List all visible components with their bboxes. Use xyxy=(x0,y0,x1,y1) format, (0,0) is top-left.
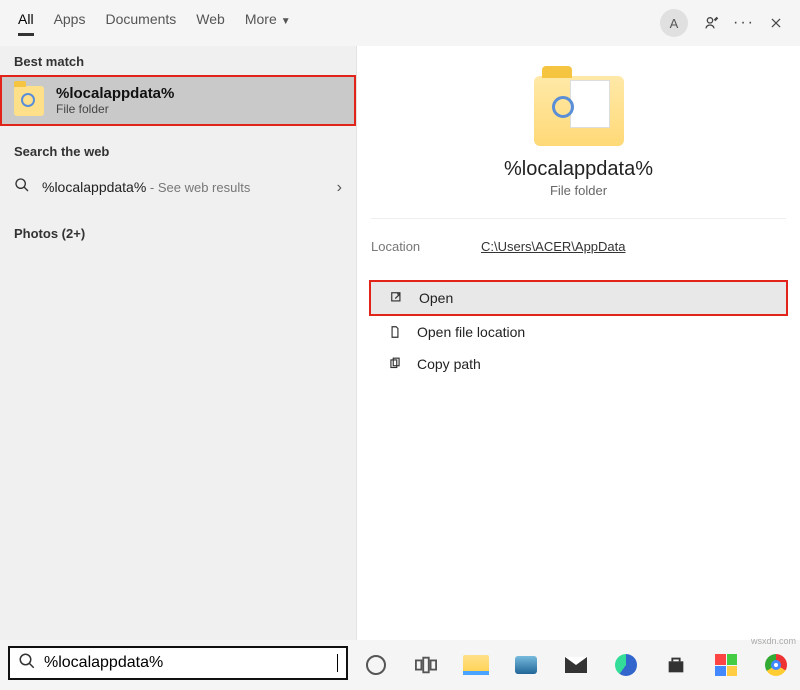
app-icon-2[interactable] xyxy=(712,651,740,679)
search-icon xyxy=(14,177,30,198)
open-icon xyxy=(389,291,405,305)
file-location-icon xyxy=(387,325,403,339)
tab-all[interactable]: All xyxy=(10,1,42,46)
copy-icon xyxy=(387,357,403,371)
results-panel: Best match %localappdata% File folder Se… xyxy=(0,46,357,640)
folder-icon xyxy=(14,86,44,116)
photos-header[interactable]: Photos (2+) xyxy=(0,218,356,245)
feedback-icon[interactable] xyxy=(704,15,720,31)
detail-panel: %localappdata% File folder Location C:\U… xyxy=(357,46,800,640)
best-match-result[interactable]: %localappdata% File folder xyxy=(0,75,356,126)
tab-web[interactable]: Web xyxy=(188,1,233,46)
open-file-location-action[interactable]: Open file location xyxy=(357,316,800,348)
chrome-icon[interactable] xyxy=(762,651,790,679)
best-match-title: %localappdata% xyxy=(56,85,174,102)
detail-title: %localappdata% xyxy=(391,158,766,181)
file-explorer-icon[interactable] xyxy=(462,651,490,679)
open-action[interactable]: Open xyxy=(369,280,788,316)
tab-more[interactable]: More▼ xyxy=(237,1,299,46)
search-web-header: Search the web xyxy=(0,136,356,163)
location-path[interactable]: C:\Users\ACER\AppData xyxy=(481,239,626,254)
location-label: Location xyxy=(371,239,481,254)
app-icon-1[interactable] xyxy=(512,651,540,679)
search-icon xyxy=(18,652,36,675)
chevron-down-icon: ▼ xyxy=(281,16,291,27)
mail-icon[interactable] xyxy=(562,651,590,679)
copy-path-action[interactable]: Copy path xyxy=(357,348,800,380)
watermark: wsxdn.com xyxy=(751,636,796,646)
chevron-right-icon: › xyxy=(337,179,342,197)
best-match-subtitle: File folder xyxy=(56,102,174,116)
cortana-icon[interactable] xyxy=(362,651,390,679)
taskbar xyxy=(342,646,800,690)
detail-subtitle: File folder xyxy=(391,183,766,198)
best-match-header: Best match xyxy=(0,46,356,73)
tab-apps[interactable]: Apps xyxy=(46,1,94,46)
close-icon[interactable] xyxy=(768,15,784,31)
edge-icon[interactable] xyxy=(612,651,640,679)
tab-documents[interactable]: Documents xyxy=(97,1,184,46)
web-result[interactable]: %localappdata% - See web results › xyxy=(0,167,356,208)
user-avatar[interactable]: A xyxy=(660,9,688,37)
store-icon[interactable] xyxy=(662,651,690,679)
search-input[interactable] xyxy=(44,654,341,672)
more-options-icon[interactable]: ··· xyxy=(736,15,752,31)
search-bar[interactable] xyxy=(8,646,348,680)
task-view-icon[interactable] xyxy=(412,651,440,679)
folder-large-icon xyxy=(534,76,624,146)
text-caret xyxy=(337,654,338,672)
